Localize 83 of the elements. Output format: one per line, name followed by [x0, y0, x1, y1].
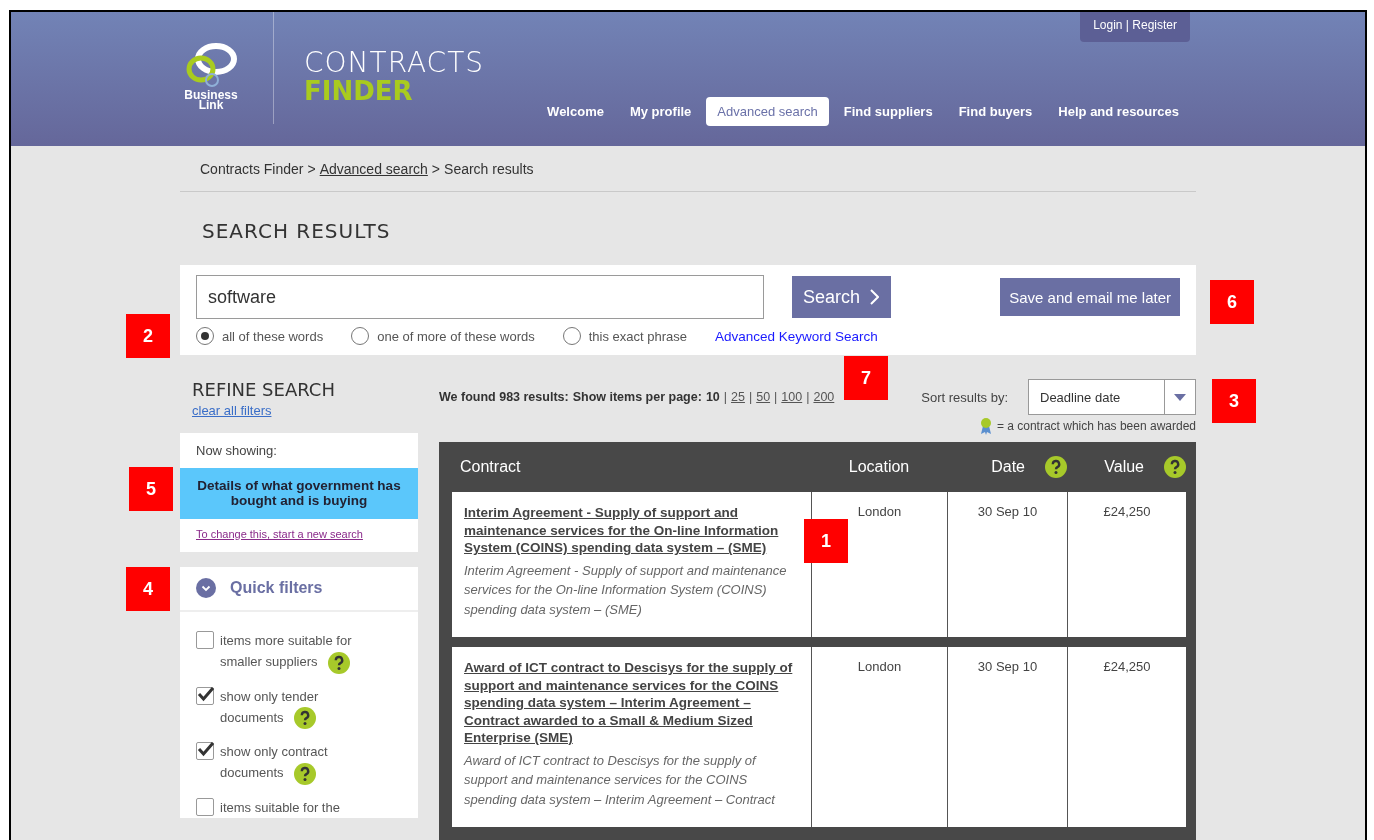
column-header: Contract [460, 458, 521, 476]
breadcrumb-link[interactable]: Advanced search [319, 161, 428, 177]
site-title: CONTRACTS [304, 49, 485, 77]
sort-label: Sort results by: [921, 389, 1008, 405]
filter-label: show only tender documents [220, 685, 370, 730]
advanced-keyword-search-link[interactable]: Advanced Keyword Search [715, 328, 878, 344]
logo-text: Business Link [183, 90, 239, 110]
breadcrumb-text: Search results [444, 161, 534, 177]
contract-title-link[interactable]: Award of ICT contract to Descisys for the supply of support and maintenance services for the COINS spending data system – Interim Agreement – Contract awarded to a Small & Medium Sized Enterprise (SME) [464, 659, 799, 747]
column-header: Date [991, 458, 1025, 476]
annotation-marker: 2 [126, 314, 170, 358]
check-icon [197, 741, 215, 758]
sort-select[interactable]: Deadline date [1028, 379, 1196, 415]
page-size-option[interactable]: 25 [731, 390, 745, 404]
nav-tab[interactable]: Find buyers [947, 97, 1044, 126]
new-search-link[interactable]: To change this, start a new search [196, 528, 363, 540]
page-title: SEARCH RESULTS [201, 218, 392, 245]
radio-label: one of more of these words [377, 328, 535, 344]
column-header: Location [848, 458, 910, 476]
page-size-option[interactable]: 100 [781, 390, 803, 404]
chevron-down-circle-icon[interactable] [196, 578, 216, 598]
value-cell: £24,250 [1103, 504, 1151, 519]
breadcrumb-separator: > [307, 161, 316, 177]
caret-down-icon [1174, 393, 1186, 401]
nav-tab[interactable]: Welcome [536, 97, 615, 126]
help-icon[interactable] [293, 762, 316, 785]
annotation-marker: 7 [844, 356, 888, 400]
award-ribbon-icon [978, 417, 993, 435]
breadcrumb-text: Contracts Finder [200, 161, 304, 177]
clear-filters-link[interactable]: clear all filters [192, 403, 272, 418]
search-button[interactable]: Search [792, 276, 892, 318]
site-subtitle: FINDER [304, 77, 414, 105]
help-icon[interactable] [1045, 456, 1067, 478]
checkbox[interactable] [196, 797, 214, 816]
help-icon[interactable] [327, 651, 350, 674]
checkbox[interactable] [196, 742, 214, 761]
page-size-option[interactable]: 50 [756, 390, 771, 404]
page-size-option[interactable]: 200 [813, 390, 835, 404]
refine-search-heading: REFINE SEARCH [191, 379, 336, 400]
help-icon[interactable] [293, 707, 316, 730]
annotation-marker: 5 [129, 467, 173, 511]
search-field[interactable]: software [196, 275, 764, 319]
check-icon [197, 685, 215, 702]
location-cell: London [857, 504, 902, 519]
separator: | [774, 390, 778, 404]
nav-tab[interactable]: My profile [618, 97, 703, 126]
radio-label: this exact phrase [588, 328, 687, 344]
results-count: We found 983 results: [439, 390, 569, 404]
filter-label: items more suitable for smaller suppliers [220, 630, 370, 674]
page-size-option: 10 [705, 390, 720, 404]
nav-tab[interactable]: Advanced search [706, 97, 829, 126]
search-scope-banner: Details of what government has bought and is buying [180, 468, 418, 519]
award-legend: = a contract which has been awarded [996, 419, 1196, 433]
help-icon[interactable] [1164, 456, 1186, 478]
per-page-label: Show items per page: [572, 390, 702, 404]
column-header: Value [1104, 458, 1144, 476]
contract-description: Award of ICT contract to Descisys for the supply of support and maintenance services for the COINS spending data system – Interim Agreement – Contract [464, 751, 777, 809]
separator: | [806, 390, 810, 404]
now-showing-label: Now showing: [195, 442, 278, 460]
value-cell: £24,250 [1103, 659, 1151, 674]
location-cell: London [857, 659, 902, 674]
breadcrumb-separator: > [431, 161, 441, 177]
annotation-marker: 1 [804, 519, 848, 563]
login-register-link[interactable]: Login | Register [1080, 12, 1190, 42]
filter-label: show only contract documents [220, 741, 370, 785]
nav-tab[interactable]: Find suppliers [832, 97, 944, 126]
chevron-right-icon [870, 289, 880, 305]
quick-filters-heading: Quick filters [230, 579, 323, 597]
contract-title-link[interactable]: Interim Agreement - Supply of support and maintenance services for the On-line Information System (COINS) spending data system – (SME) [464, 504, 799, 557]
date-cell: 30 Sep 10 [977, 504, 1038, 519]
checkbox[interactable] [196, 686, 214, 705]
annotation-marker: 3 [1212, 379, 1256, 423]
nav-tab[interactable]: Help and resources [1047, 97, 1190, 126]
checkbox[interactable] [196, 631, 214, 649]
annotation-marker: 6 [1210, 280, 1254, 324]
date-cell: 30 Sep 10 [977, 659, 1038, 674]
radio-label: all of these words [222, 328, 324, 344]
separator: | [748, 390, 753, 404]
separator: | [723, 390, 728, 404]
contract-description: Interim Agreement - Supply of support and maintenance services for the On-line Information System (COINS) spending data system – (SME) [464, 561, 788, 619]
annotation-marker: 4 [126, 567, 170, 611]
filter-label: items suitable for the [220, 798, 341, 817]
save-email-button[interactable]: Save and email me later [1000, 278, 1180, 316]
